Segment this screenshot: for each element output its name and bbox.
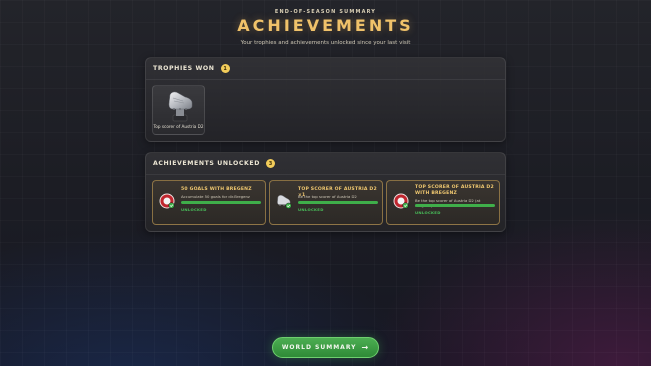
achievement-title: TOP SCORER OF AUSTRIA D2 WITH BREGENZ [415, 185, 494, 196]
achievements-count-badge: 3 [265, 159, 275, 168]
club-badge-icon [393, 193, 409, 209]
boot-icon [277, 195, 292, 209]
achievement-description: Accumulate 50 goals for dir.Bregenz [181, 194, 250, 199]
achievement-description: Be the top scorer of Austria D2 [298, 194, 357, 199]
trophies-panel-header: TROPHIES WON 1 [146, 58, 505, 80]
achievement-status: UNLOCKED [298, 207, 324, 212]
achievements-panel-title: ACHIEVEMENTS UNLOCKED [153, 160, 260, 167]
page-header: END-OF-SEASON SUMMARY ACHIEVEMENTS Your … [0, 9, 651, 46]
page-title: ACHIEVEMENTS [237, 16, 414, 35]
page-subtitle: Your trophies and achievements unlocked … [240, 40, 411, 46]
achievements-panel: ACHIEVEMENTS UNLOCKED 3 50 GOALS WITH BR… [145, 152, 506, 232]
world-summary-button[interactable]: WORLD SUMMARY → [272, 337, 379, 358]
trophy-label: Top scorer of Austria D2 [153, 124, 204, 129]
achievements-panel-header: ACHIEVEMENTS UNLOCKED 3 [146, 153, 505, 175]
achievement-progress-bar [298, 201, 378, 204]
achievement-progress-fill [298, 201, 378, 204]
trophies-panel-title: TROPHIES WON [153, 65, 215, 72]
achievement-card[interactable]: 50 GOALS WITH BREGENZ Accumulate 50 goal… [152, 180, 266, 225]
silver-boot-trophy-icon [168, 91, 193, 122]
trophy-card[interactable]: Top scorer of Austria D2 [152, 85, 205, 135]
arrow-right-icon: → [361, 343, 370, 352]
achievement-progress-fill [415, 204, 495, 207]
achievement-progress-fill [181, 201, 261, 204]
achievement-progress-bar [181, 201, 261, 204]
club-badge-icon [159, 193, 175, 209]
page-eyebrow: END-OF-SEASON SUMMARY [274, 9, 377, 15]
achievement-card[interactable]: TOP SCORER OF AUSTRIA D2 ×1 Be the top s… [269, 180, 383, 225]
achievement-title: 50 GOALS WITH BREGENZ [181, 187, 252, 192]
world-summary-button-label: WORLD SUMMARY [281, 344, 357, 351]
achievement-card[interactable]: TOP SCORER OF AUSTRIA D2 WITH BREGENZ Be… [386, 180, 500, 225]
achievement-status: UNLOCKED [181, 207, 207, 212]
trophies-count-badge: 1 [220, 64, 230, 73]
trophies-panel: TROPHIES WON 1 Top scorer of Austria D2 [145, 57, 506, 142]
achievement-progress-bar [415, 204, 495, 207]
achievement-status: UNLOCKED [415, 210, 441, 215]
